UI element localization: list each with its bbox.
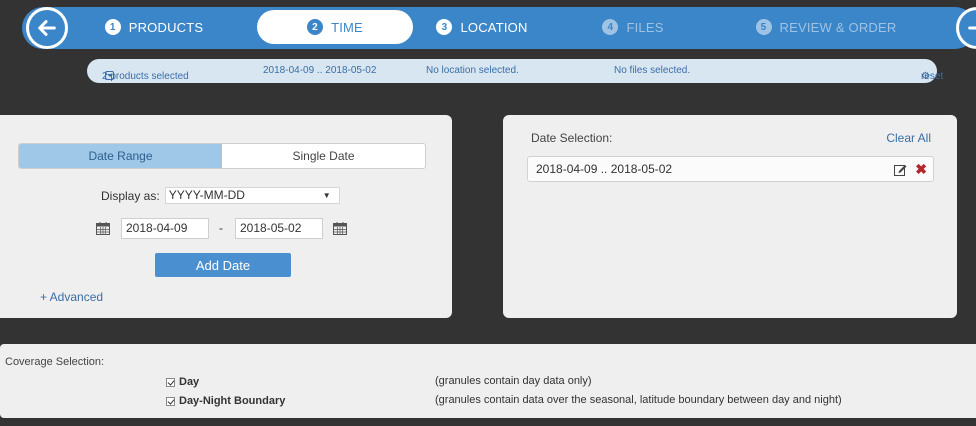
calendar-icon[interactable] <box>333 222 347 235</box>
selection-summary-bar: 2 products selected 2018-04-09 .. 2018-0… <box>87 59 943 83</box>
clear-all-link[interactable]: Clear All <box>886 131 931 145</box>
date-input-panel: Date Range Single Date Display as: YYYY-… <box>0 115 452 318</box>
arrow-left-icon <box>38 20 56 36</box>
summary-files: No files selected. <box>614 65 691 76</box>
reset-label: reset <box>921 71 944 82</box>
step-label: LOCATION <box>460 19 528 35</box>
tab-single-date[interactable]: Single Date <box>222 144 425 168</box>
coverage-option-label: Day <box>179 376 200 388</box>
step-number: 1 <box>104 19 121 35</box>
step-files: 4 FILES <box>555 10 711 44</box>
coverage-option-day[interactable]: Day <box>166 376 199 388</box>
step-number: 3 <box>436 19 453 35</box>
delete-icon[interactable]: ✖ <box>915 157 927 181</box>
coverage-option-description: (granules contain day data only) <box>435 375 592 387</box>
step-review-order: 5 REVIEW & ORDER <box>748 10 904 44</box>
start-date-input[interactable]: 2018-04-09 <box>121 218 209 239</box>
date-selection-panel: Date Selection: Clear All 2018-04-09 .. … <box>503 115 957 318</box>
advanced-link[interactable]: + Advanced <box>40 290 103 304</box>
summary-location: No location selected. <box>426 65 519 76</box>
day-checkbox[interactable] <box>166 377 175 387</box>
end-date-input[interactable]: 2018-05-02 <box>235 218 323 239</box>
step-number: 4 <box>602 19 619 35</box>
display-format-row: Display as: YYYY-MM-DD ▼ <box>101 187 340 204</box>
coverage-title: Coverage Selection: <box>5 356 105 368</box>
display-as-label: Display as: <box>101 188 160 203</box>
summary-time: 2018-04-09 .. 2018-05-02 <box>263 65 377 76</box>
coverage-option-description: (granules contain data over the seasonal… <box>435 394 842 406</box>
select-arrow-icon: ▼ <box>322 191 331 200</box>
edit-icon[interactable] <box>894 163 907 176</box>
date-separator: - <box>219 221 223 235</box>
step-time[interactable]: 2 TIME <box>257 10 413 44</box>
step-label: FILES <box>626 19 664 35</box>
step-number: 2 <box>307 19 324 35</box>
date-selection-label: Date Selection: <box>531 131 613 145</box>
step-location[interactable]: 3 LOCATION <box>404 10 560 44</box>
step-label: REVIEW & ORDER <box>779 19 897 35</box>
dropdown-icon <box>105 71 114 80</box>
back-button[interactable] <box>26 7 68 49</box>
date-format-value: YYYY-MM-DD <box>168 188 245 202</box>
arrow-right-icon <box>968 26 976 30</box>
date-format-select[interactable]: YYYY-MM-DD ▼ <box>164 187 340 204</box>
step-label: TIME <box>331 19 363 35</box>
step-label: PRODUCTS <box>128 19 204 35</box>
summary-products-label: 2 products selected <box>102 71 189 82</box>
coverage-option-label: Day-Night Boundary <box>179 395 286 407</box>
selected-date-item: 2018-04-09 .. 2018-05-02 ✖ <box>527 156 934 182</box>
add-date-button[interactable]: Add Date <box>155 253 291 277</box>
summary-products[interactable]: 2 products selected <box>102 65 189 82</box>
coverage-selection-panel: Coverage Selection: Day (granules contai… <box>0 344 976 418</box>
day-night-boundary-checkbox[interactable] <box>166 396 175 406</box>
calendar-icon[interactable] <box>96 222 110 235</box>
selected-date-range: 2018-04-09 .. 2018-05-02 <box>536 162 673 176</box>
date-mode-toggle: Date Range Single Date <box>18 143 426 169</box>
step-number: 5 <box>755 19 772 35</box>
coverage-option-day-night-boundary[interactable]: Day-Night Boundary <box>166 395 285 407</box>
tab-date-range[interactable]: Date Range <box>19 144 222 168</box>
step-products[interactable]: 1 PRODUCTS <box>76 10 232 44</box>
